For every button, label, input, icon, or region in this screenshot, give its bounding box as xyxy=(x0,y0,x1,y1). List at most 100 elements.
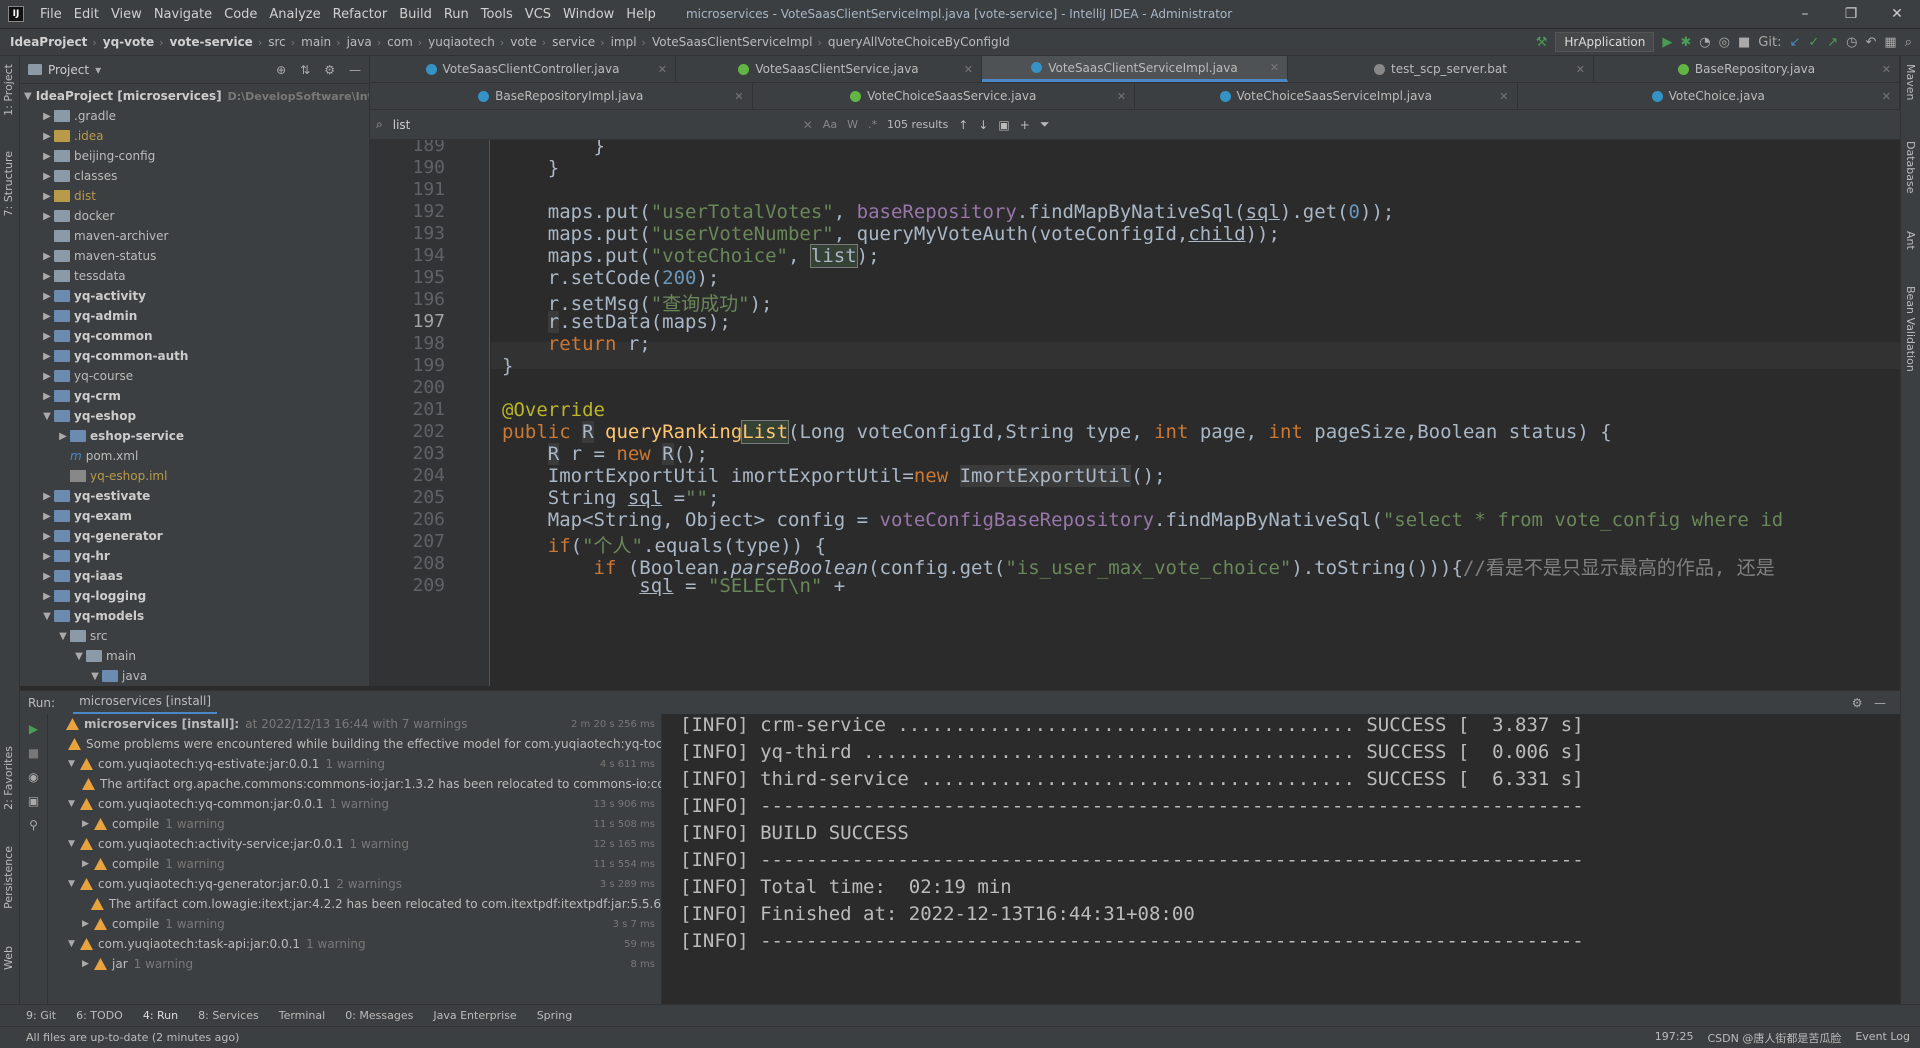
close-icon[interactable]: ✕ xyxy=(658,63,667,76)
match-case-icon[interactable]: Aa xyxy=(823,118,837,131)
tree-item[interactable]: ▶ eshop-service xyxy=(20,426,369,446)
collapse-arrow-icon[interactable]: ▶ xyxy=(40,291,54,302)
close-icon[interactable]: ✕ xyxy=(1874,6,1920,22)
tree-item[interactable]: ▶ yq-activity xyxy=(20,286,369,306)
close-icon[interactable]: ✕ xyxy=(1270,61,1279,74)
whole-words-icon[interactable]: W xyxy=(847,118,858,131)
bottom-tab[interactable]: 8: Services xyxy=(198,1009,259,1022)
expand-arrow-icon[interactable]: ▼ xyxy=(40,611,54,622)
gear-icon[interactable]: ⚙ xyxy=(324,63,335,77)
profile-icon[interactable]: ◎ xyxy=(1719,35,1730,50)
editor-tab[interactable]: BaseRepositoryImpl.java ✕ xyxy=(370,83,753,109)
search-input[interactable]: list xyxy=(393,118,793,132)
breadcrumb-item[interactable]: yq-vote xyxy=(103,35,159,49)
rerun-icon[interactable]: ▶ xyxy=(20,722,47,736)
camera-icon[interactable]: ▣ xyxy=(20,794,47,808)
search-everywhere-icon[interactable]: ⌕ xyxy=(1905,35,1912,50)
event-log[interactable]: Event Log xyxy=(1855,1030,1910,1046)
tree-item[interactable]: ▼ src xyxy=(20,626,369,646)
hide-icon[interactable]: — xyxy=(349,63,361,77)
expand-arrow-icon[interactable]: ▼ xyxy=(24,91,32,102)
minimize-icon[interactable]: – xyxy=(1782,6,1828,22)
menu-item-build[interactable]: Build xyxy=(393,7,438,22)
tool-tab-ant[interactable]: Ant xyxy=(1904,231,1917,250)
select-all-occurrences-icon[interactable]: ▣ xyxy=(998,118,1009,132)
tree-item[interactable]: ▶ classes xyxy=(20,166,369,186)
collapse-arrow-icon[interactable]: ▶ xyxy=(40,511,54,522)
debug-icon[interactable]: ✱ xyxy=(1680,35,1691,50)
bottom-tab[interactable]: 4: Run xyxy=(143,1009,178,1022)
tool-tab-bean-validation[interactable]: Bean Validation xyxy=(1904,286,1917,372)
run-tree-item[interactable]: ▶ compile 1 warning 11 s 508 ms xyxy=(48,814,661,834)
breadcrumb-item[interactable]: vote-service xyxy=(170,35,258,49)
history-icon[interactable]: ◷ xyxy=(1846,35,1857,50)
breadcrumb-item[interactable]: com xyxy=(387,35,418,49)
close-icon[interactable]: ✕ xyxy=(734,90,743,103)
editor-tab[interactable]: VoteChoiceSaasServiceImpl.java ✕ xyxy=(1135,83,1518,109)
run-configuration-select[interactable]: HrApplication xyxy=(1555,32,1655,52)
tool-tab-structure[interactable]: 7: Structure xyxy=(2,151,15,216)
collapse-arrow-icon[interactable]: ▶ xyxy=(40,111,54,122)
project-panel-title[interactable]: Project xyxy=(48,63,89,77)
menu-item-vcs[interactable]: VCS xyxy=(519,7,557,22)
collapse-arrow-icon[interactable]: ▶ xyxy=(40,531,54,542)
run-tree-item[interactable]: Some problems were encountered while bui… xyxy=(48,734,661,754)
tree-item[interactable]: ▼ IdeaProject [microservices] D:\DevelopSo… xyxy=(20,86,369,106)
collapse-arrow-icon[interactable]: ▶ xyxy=(40,551,54,562)
tree-item[interactable]: ▼ yq-models xyxy=(20,606,369,626)
menu-item-refactor[interactable]: Refactor xyxy=(327,7,394,22)
collapse-arrow-icon[interactable]: ▶ xyxy=(40,131,54,142)
git-update-icon[interactable]: ↙ xyxy=(1789,35,1800,50)
tree-item[interactable]: ▶ .gradle xyxy=(20,106,369,126)
run-tree-item[interactable]: ▼ com.yuqiaotech:yq-estivate:jar:0.0.1 1 w… xyxy=(48,754,661,774)
run-tree-item[interactable]: ▶ compile 1 warning 11 s 554 ms xyxy=(48,854,661,874)
run-tree-item[interactable]: ▼ com.yuqiaotech:task-api:jar:0.0.1 1 warn… xyxy=(48,934,661,954)
breadcrumb-item[interactable]: src xyxy=(268,35,291,49)
stop-icon[interactable]: ■ xyxy=(20,746,47,760)
collapse-arrow-icon[interactable]: ▶ xyxy=(40,591,54,602)
run-tree-item[interactable]: microservices [install]: at 2022/12/13 16… xyxy=(48,714,661,734)
tree-item[interactable]: ▼ main xyxy=(20,646,369,666)
editor-tab[interactable]: test_scp_server.bat ✕ xyxy=(1288,56,1594,82)
menu-item-tools[interactable]: Tools xyxy=(475,7,519,22)
run-tree-item[interactable]: ▶ compile 1 warning 3 s 7 ms xyxy=(48,914,661,934)
menu-item-help[interactable]: Help xyxy=(620,7,662,22)
menu-item-view[interactable]: View xyxy=(105,7,148,22)
run-tree-item[interactable]: The artifact org.apache.commons:commons-… xyxy=(48,774,661,794)
tree-item[interactable]: ▶ yq-common-auth xyxy=(20,346,369,366)
tool-tab-favorites[interactable]: 2: Favorites xyxy=(2,746,15,810)
tree-item[interactable]: ▶ yq-hr xyxy=(20,546,369,566)
breadcrumb-item[interactable]: java xyxy=(347,35,377,49)
editor-tab[interactable]: VoteSaasClientService.java ✕ xyxy=(676,56,982,82)
collapse-arrow-icon[interactable]: ▶ xyxy=(40,251,54,262)
tree-item[interactable]: ▶ yq-estivate xyxy=(20,486,369,506)
run-tree-item[interactable]: ▼ com.yuqiaotech:activity-service:jar:0.0… xyxy=(48,834,661,854)
menu-item-code[interactable]: Code xyxy=(218,7,263,22)
collapse-arrow-icon[interactable]: ▶ xyxy=(40,491,54,502)
expand-arrow-icon[interactable]: ▼ xyxy=(40,411,54,422)
tree-item[interactable]: ▼ yq-eshop xyxy=(20,406,369,426)
run-icon[interactable]: ▶ xyxy=(1662,35,1672,50)
close-icon[interactable]: ✕ xyxy=(1882,90,1891,103)
coverage-icon[interactable]: ◔ xyxy=(1699,35,1710,50)
git-push-icon[interactable]: ↗ xyxy=(1827,35,1838,50)
tree-item[interactable]: ▶ .idea xyxy=(20,126,369,146)
collapse-arrow-icon[interactable]: ▶ xyxy=(40,351,54,362)
tree-item[interactable]: ▶ yq-exam xyxy=(20,506,369,526)
tree-item[interactable]: ▶ tessdata xyxy=(20,266,369,286)
collapse-arrow-icon[interactable]: ▶ xyxy=(40,191,54,202)
editor-tab[interactable]: VoteSaasClientServiceImpl.java ✕ xyxy=(982,56,1288,82)
tool-tab-database[interactable]: Database xyxy=(1904,141,1917,194)
menu-item-run[interactable]: Run xyxy=(438,7,475,22)
tree-item[interactable]: maven-archiver xyxy=(20,226,369,246)
close-icon[interactable]: ✕ xyxy=(964,63,973,76)
tree-item[interactable]: ▶ yq-generator xyxy=(20,526,369,546)
collapse-arrow-icon[interactable]: ▶ xyxy=(40,171,54,182)
collapse-arrow-icon[interactable]: ▶ xyxy=(40,391,54,402)
git-commit-icon[interactable]: ✓ xyxy=(1808,35,1819,50)
bottom-tab[interactable]: 6: TODO xyxy=(76,1009,123,1022)
tree-item[interactable]: ▶ docker xyxy=(20,206,369,226)
tree-item[interactable]: ▶ yq-admin xyxy=(20,306,369,326)
collapse-arrow-icon[interactable]: ▶ xyxy=(40,151,54,162)
editor-tab[interactable]: VoteChoiceSaasService.java ✕ xyxy=(753,83,1135,109)
